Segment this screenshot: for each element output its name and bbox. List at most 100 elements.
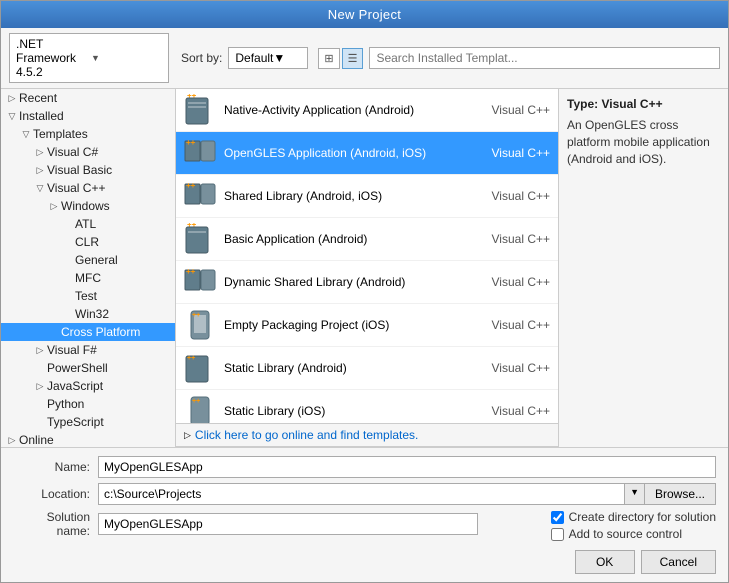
tree-item-installed[interactable]: ▽ Installed — [1, 107, 175, 125]
cancel-button[interactable]: Cancel — [641, 550, 716, 574]
description: An OpenGLES cross platform mobile applic… — [567, 117, 720, 167]
tree-item-online[interactable]: ▷ Online — [1, 431, 175, 447]
new-project-dialog: New Project .NET Framework 4.5.2 ▼ Sort … — [0, 0, 729, 583]
empty-ios-icon: ++ — [184, 309, 216, 341]
tree-item-clr[interactable]: CLR — [1, 233, 175, 251]
svg-text:++: ++ — [187, 355, 195, 362]
framework-dropdown[interactable]: .NET Framework 4.5.2 ▼ — [9, 33, 169, 83]
vcsharp-expander-icon: ▷ — [33, 147, 47, 158]
templates-list: ++ Native-Activity Application (Android)… — [176, 89, 558, 423]
create-dir-checkbox[interactable] — [551, 511, 564, 524]
installed-label: Installed — [19, 109, 64, 123]
main-area: ▷ Recent ▽ Installed ▽ Templates ▷ Visua… — [1, 89, 728, 447]
online-bar: ▷ Click here to go online and find templ… — [176, 423, 558, 447]
tree-item-visual-basic[interactable]: ▷ Visual Basic — [1, 161, 175, 179]
tree-item-cross-platform[interactable]: Cross Platform — [1, 323, 175, 341]
tree-item-visual-cpp[interactable]: ▽ Visual C++ — [1, 179, 175, 197]
template-basic-android[interactable]: ++ Basic Application (Android) Visual C+… — [176, 218, 558, 261]
online-label: Online — [19, 433, 54, 447]
template-shared-library[interactable]: ++ Shared Library (Android, iOS) Visual … — [176, 175, 558, 218]
location-dropdown-arrow-icon[interactable]: ▼ — [624, 483, 644, 505]
tree-item-visual-fsharp[interactable]: ▷ Visual F# — [1, 341, 175, 359]
tree-item-templates[interactable]: ▽ Templates — [1, 125, 175, 143]
location-input-group: ▼ Browse... — [98, 483, 716, 505]
vcpp-expander-icon: ▽ — [33, 183, 47, 194]
template-static-ios[interactable]: ++ Static Library (iOS) Visual C++ — [176, 390, 558, 423]
test-label: Test — [75, 289, 97, 303]
template-opengles[interactable]: ++ OpenGLES Application (Android, iOS) V… — [176, 132, 558, 175]
native-activity-icon: ++ — [184, 94, 216, 126]
tree-item-visual-csharp[interactable]: ▷ Visual C# — [1, 143, 175, 161]
list-view-button[interactable]: ☰ — [342, 48, 364, 69]
browse-button[interactable]: Browse... — [644, 483, 716, 505]
create-dir-row: Create directory for solution — [551, 510, 716, 524]
vbasic-expander-icon: ▷ — [33, 165, 47, 176]
add-source-checkbox[interactable] — [551, 528, 564, 541]
sort-dropdown[interactable]: Default ▼ — [228, 47, 308, 69]
grid-view-button[interactable]: ⊞ — [318, 48, 339, 69]
tree-item-recent[interactable]: ▷ Recent — [1, 89, 175, 107]
tree-item-test[interactable]: Test — [1, 287, 175, 305]
javascript-expander-icon: ▷ — [33, 381, 47, 392]
native-activity-lang: Visual C++ — [480, 103, 550, 117]
online-templates-link[interactable]: Click here to go online and find templat… — [195, 428, 418, 442]
name-row: Name: — [13, 456, 716, 478]
basic-android-icon: ++ — [184, 223, 216, 255]
tree-item-powershell[interactable]: PowerShell — [1, 359, 175, 377]
toolbar: .NET Framework 4.5.2 ▼ Sort by: Default … — [1, 28, 728, 89]
location-input[interactable] — [98, 483, 624, 505]
bottom-form: Name: Location: ▼ Browse... Solution nam… — [1, 447, 728, 582]
dynamic-shared-icon: ++ — [184, 266, 216, 298]
framework-value: .NET Framework 4.5.2 — [16, 37, 87, 79]
tree-item-javascript[interactable]: ▷ JavaScript — [1, 377, 175, 395]
shared-library-icon: ++ — [184, 180, 216, 212]
ok-button[interactable]: OK — [575, 550, 635, 574]
tree-item-win32[interactable]: Win32 — [1, 305, 175, 323]
windows-expander-icon: ▷ — [47, 201, 61, 212]
template-native-activity[interactable]: ++ Native-Activity Application (Android)… — [176, 89, 558, 132]
right-panel: Type: Visual C++ An OpenGLES cross platf… — [558, 89, 728, 447]
svg-text:++: ++ — [186, 138, 196, 147]
basic-android-lang: Visual C++ — [480, 232, 550, 246]
solution-name-input[interactable] — [98, 513, 478, 535]
static-ios-icon: ++ — [184, 395, 216, 423]
template-static-android[interactable]: ++ Static Library (Android) Visual C++ — [176, 347, 558, 390]
shared-library-name: Shared Library (Android, iOS) — [224, 189, 480, 203]
search-input[interactable] — [369, 47, 720, 69]
static-android-icon: ++ — [184, 352, 216, 384]
tree-item-mfc[interactable]: MFC — [1, 269, 175, 287]
view-icons: ⊞ ☰ — [318, 48, 363, 69]
template-empty-ios[interactable]: ++ Empty Packaging Project (iOS) Visual … — [176, 304, 558, 347]
python-label: Python — [47, 397, 84, 411]
svg-text:++: ++ — [192, 398, 200, 405]
javascript-label: JavaScript — [47, 379, 103, 393]
dynamic-shared-name: Dynamic Shared Library (Android) — [224, 275, 480, 289]
tree-item-windows[interactable]: ▷ Windows — [1, 197, 175, 215]
solution-form-label: Solution name: — [13, 510, 98, 538]
name-form-label: Name: — [13, 460, 98, 474]
svg-text:++: ++ — [187, 94, 197, 100]
name-input[interactable] — [98, 456, 716, 478]
opengles-icon: ++ — [184, 137, 216, 169]
add-source-label: Add to source control — [569, 527, 682, 541]
solution-row: Solution name: — [13, 510, 543, 538]
installed-expander-icon: ▽ — [5, 111, 19, 122]
recent-label: Recent — [19, 91, 57, 105]
tree-item-typescript[interactable]: TypeScript — [1, 413, 175, 431]
basic-android-name: Basic Application (Android) — [224, 232, 480, 246]
tree-item-atl[interactable]: ATL — [1, 215, 175, 233]
empty-ios-lang: Visual C++ — [480, 318, 550, 332]
template-dynamic-shared[interactable]: ++ Dynamic Shared Library (Android) Visu… — [176, 261, 558, 304]
tree-item-python[interactable]: Python — [1, 395, 175, 413]
title-bar: New Project — [1, 1, 728, 28]
static-android-name: Static Library (Android) — [224, 361, 480, 375]
sort-value: Default — [235, 51, 273, 65]
templates-expander-icon: ▽ — [19, 129, 33, 140]
checkboxes-area: Create directory for solution Add to sou… — [551, 510, 716, 544]
tree-item-general[interactable]: General — [1, 251, 175, 269]
recent-expander-icon: ▷ — [5, 93, 19, 104]
framework-arrow-icon: ▼ — [91, 53, 162, 63]
sort-arrow-icon: ▼ — [273, 51, 301, 65]
dialog-title: New Project — [328, 7, 401, 22]
location-form-label: Location: — [13, 487, 98, 501]
